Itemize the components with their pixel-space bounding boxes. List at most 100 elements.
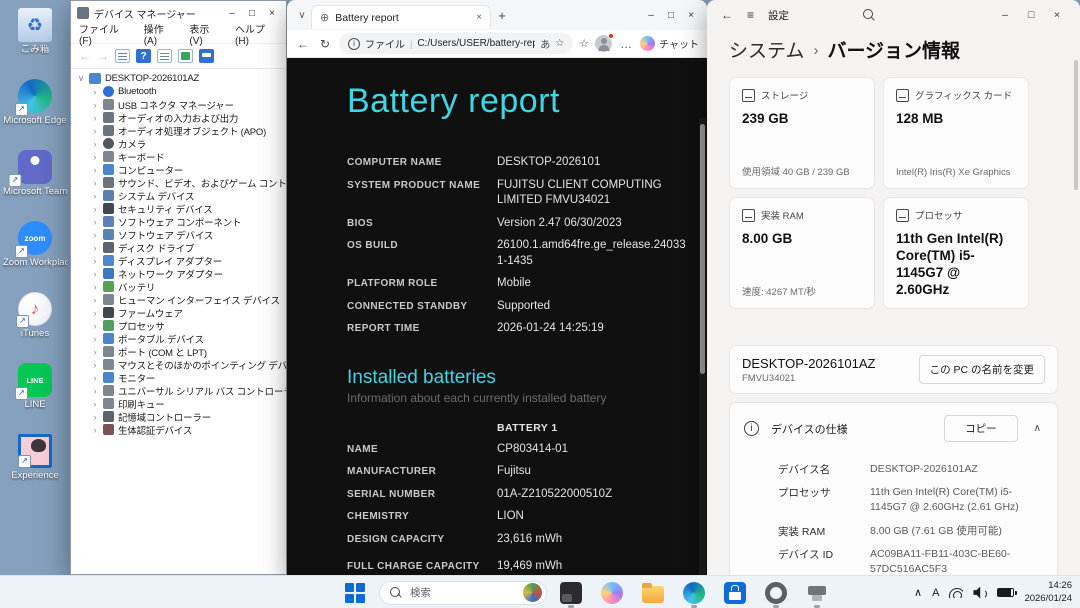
favorites-icon[interactable]: ☆ xyxy=(579,37,589,50)
taskbar-search-box[interactable] xyxy=(379,581,547,605)
start-button[interactable] xyxy=(338,578,372,608)
chevron-right-icon[interactable]: › xyxy=(91,425,99,435)
taskbar-app[interactable] xyxy=(718,578,752,608)
chevron-right-icon[interactable]: › xyxy=(91,321,99,331)
more-menu-icon[interactable]: … xyxy=(618,37,634,51)
toolbar-icon[interactable] xyxy=(115,49,130,63)
desktop-shortcut[interactable]: Zoom Workplace xyxy=(2,221,68,285)
chevron-right-icon[interactable]: › xyxy=(91,178,99,188)
device-tree-item[interactable]: › オーディオの入力および出力 xyxy=(71,111,286,124)
address-bar[interactable]: i ファイル | C:/Users/USER/battery-repor... … xyxy=(339,33,573,54)
toolbar-icon[interactable] xyxy=(157,49,172,63)
device-tree-item[interactable]: › ポータブル デバイス xyxy=(71,332,286,345)
chevron-right-icon[interactable]: › xyxy=(91,243,99,253)
taskbar-app[interactable] xyxy=(759,578,793,608)
desktop-shortcut[interactable]: ごみ箱 xyxy=(2,8,68,72)
chevron-down-icon[interactable]: ∨ xyxy=(77,73,85,84)
forward-icon[interactable]: → xyxy=(97,49,109,63)
wifi-icon[interactable] xyxy=(949,588,963,598)
menu-item[interactable]: ファイル(F) xyxy=(79,21,131,47)
menu-item[interactable]: 操作(A) xyxy=(144,21,177,47)
search-icon[interactable] xyxy=(863,9,875,21)
chevron-right-icon[interactable]: › xyxy=(91,373,99,383)
taskbar-app[interactable] xyxy=(636,578,670,608)
new-tab-button[interactable]: + xyxy=(491,8,513,23)
tab-close-icon[interactable]: × xyxy=(476,12,482,23)
chevron-right-icon[interactable]: › xyxy=(91,399,99,409)
minimize-button[interactable]: – xyxy=(992,9,1018,21)
back-icon[interactable]: ← xyxy=(295,37,311,51)
battery-icon[interactable] xyxy=(997,588,1014,597)
device-tree-item[interactable]: › Bluetooth xyxy=(71,85,286,98)
back-icon[interactable]: ← xyxy=(721,8,733,22)
taskbar-app[interactable] xyxy=(800,578,834,608)
toolbar-icon[interactable] xyxy=(178,49,193,63)
chevron-right-icon[interactable]: › xyxy=(91,165,99,175)
device-tree-item[interactable]: › キーボード xyxy=(71,150,286,163)
toolbar-icon[interactable] xyxy=(136,49,151,63)
search-input[interactable] xyxy=(408,586,517,600)
refresh-icon[interactable]: ↻ xyxy=(317,37,333,51)
chevron-right-icon[interactable]: › xyxy=(91,269,99,279)
ime-indicator[interactable]: A xyxy=(932,587,939,599)
tab-battery-report[interactable]: ⊕ Battery report × xyxy=(311,5,491,29)
device-tree-item[interactable]: › モニター xyxy=(71,371,286,384)
copy-button[interactable]: コピー xyxy=(944,415,1018,442)
chevron-up-icon[interactable]: ∧ xyxy=(1030,423,1045,434)
device-tree-item[interactable]: › サウンド、ビデオ、およびゲーム コントローラー xyxy=(71,176,286,189)
device-tree-item[interactable]: › 生体認証デバイス xyxy=(71,423,286,436)
chevron-right-icon[interactable]: › xyxy=(91,126,99,136)
taskbar-clock[interactable]: 14:26 2026/01/24 xyxy=(1024,580,1072,605)
device-tree-item[interactable]: › ファームウェア xyxy=(71,306,286,319)
chevron-right-icon[interactable]: › xyxy=(91,256,99,266)
chevron-right-icon[interactable]: › xyxy=(91,412,99,422)
chevron-right-icon[interactable]: › xyxy=(91,230,99,240)
maximize-button[interactable]: □ xyxy=(242,8,262,19)
device-tree-root[interactable]: ∨ DESKTOP-2026101AZ xyxy=(71,72,286,85)
add-favorite-star-icon[interactable]: ☆ xyxy=(555,38,564,49)
chevron-right-icon[interactable]: › xyxy=(91,152,99,162)
back-icon[interactable]: ← xyxy=(79,49,91,63)
rename-pc-button[interactable]: この PC の名前を変更 xyxy=(919,355,1045,384)
menu-item[interactable]: ヘルプ(H) xyxy=(235,21,278,47)
chevron-right-icon[interactable]: › xyxy=(91,217,99,227)
maximize-button[interactable]: □ xyxy=(1018,9,1044,21)
desktop-shortcut[interactable]: iTunes xyxy=(2,292,68,356)
taskbar-app[interactable] xyxy=(677,578,711,608)
device-tree-item[interactable]: › マウスとそのほかのポインティング デバイス xyxy=(71,358,286,371)
device-tree-item[interactable]: › プロセッサ xyxy=(71,319,286,332)
page-info-icon[interactable]: i xyxy=(348,38,360,50)
profile-avatar[interactable] xyxy=(595,35,612,52)
breadcrumb-system[interactable]: システム xyxy=(729,36,804,63)
desktop-shortcut[interactable]: Experience xyxy=(2,434,68,498)
copilot-chat-button[interactable]: チャット xyxy=(640,36,699,51)
device-tree-item[interactable]: › ヒューマン インターフェイス デバイス xyxy=(71,293,286,306)
minimize-button[interactable]: – xyxy=(222,8,242,19)
device-tree-item[interactable]: › ユニバーサル シリアル バス コントローラー xyxy=(71,384,286,397)
device-tree-item[interactable]: › ディスプレイ アダプター xyxy=(71,254,286,267)
device-tree-item[interactable]: › ソフトウェア コンポーネント xyxy=(71,215,286,228)
close-button[interactable]: × xyxy=(262,8,282,19)
device-tree-item[interactable]: › USB コネクタ マネージャー xyxy=(71,98,286,111)
device-tree-item[interactable]: › カメラ xyxy=(71,137,286,150)
maximize-button[interactable]: □ xyxy=(661,10,681,21)
chevron-right-icon[interactable]: › xyxy=(91,347,99,357)
chevron-right-icon[interactable]: › xyxy=(91,282,99,292)
chevron-right-icon[interactable]: › xyxy=(91,204,99,214)
chevron-right-icon[interactable]: › xyxy=(91,386,99,396)
desktop-shortcut[interactable]: LINE xyxy=(2,363,68,427)
chevron-right-icon[interactable]: › xyxy=(91,191,99,201)
device-tree-item[interactable]: › セキュリティ デバイス xyxy=(71,202,286,215)
device-tree-item[interactable]: › ネットワーク アダプター xyxy=(71,267,286,280)
menu-item[interactable]: 表示(V) xyxy=(189,21,222,47)
translate-icon[interactable]: あ xyxy=(540,36,550,51)
device-tree-item[interactable]: › ディスク ドライブ xyxy=(71,241,286,254)
chevron-right-icon[interactable]: › xyxy=(91,360,99,370)
chevron-right-icon[interactable]: › xyxy=(91,295,99,305)
search-highlight-image[interactable] xyxy=(523,583,542,602)
chevron-right-icon[interactable]: › xyxy=(91,113,99,123)
device-tree-item[interactable]: › 記憶域コントローラー xyxy=(71,410,286,423)
device-tree-item[interactable]: › コンピューター xyxy=(71,163,286,176)
device-tree-item[interactable]: › 印刷キュー xyxy=(71,397,286,410)
chevron-right-icon[interactable]: › xyxy=(91,139,99,149)
